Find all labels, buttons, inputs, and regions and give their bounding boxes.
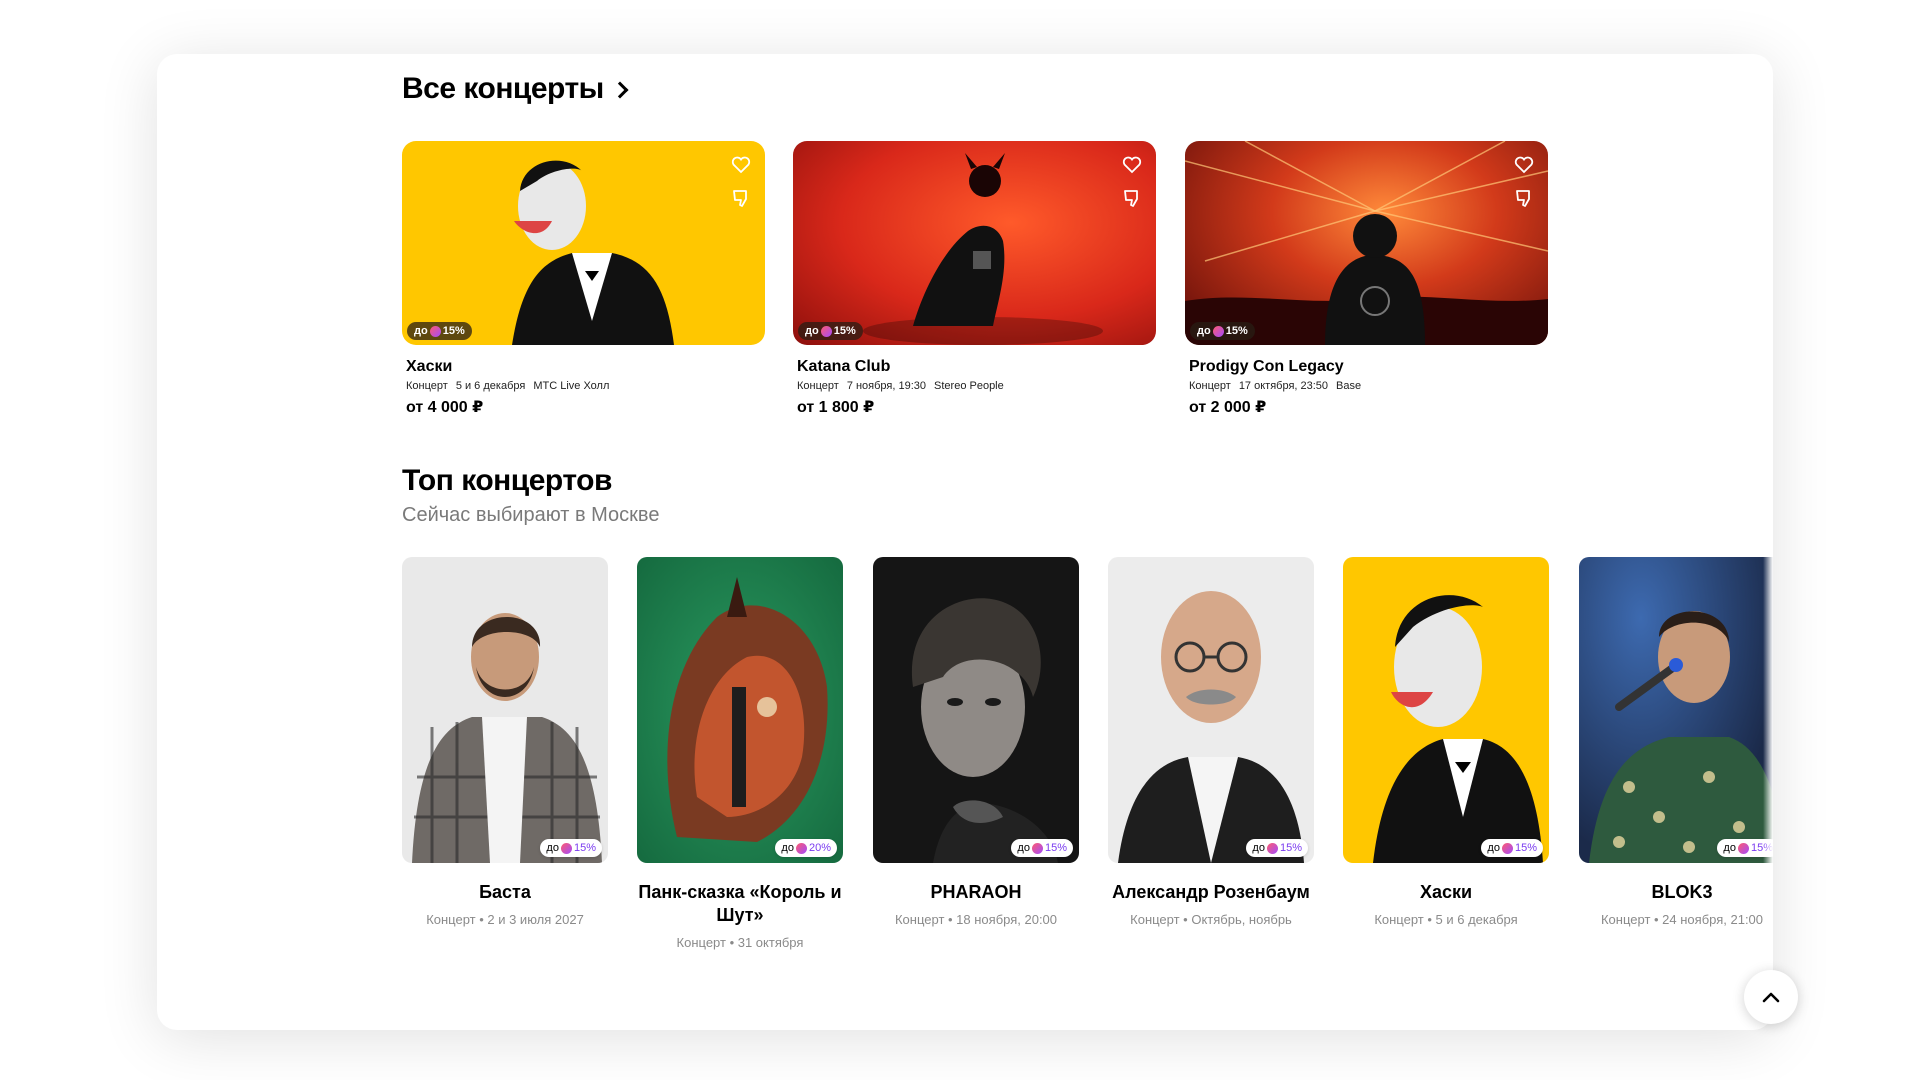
plus-icon [1212,325,1224,337]
discount-badge: до 15% [540,839,602,857]
badge-value: 15% [573,842,596,854]
event-image[interactable]: до 15% [402,557,608,863]
heart-icon[interactable] [729,153,753,177]
event-image[interactable]: до 15% [873,557,1079,863]
event-title[interactable]: Хаски [1343,881,1549,904]
top-event-card[interactable]: до 15% Хаски Концерт • 5 и 6 декабря [1343,557,1549,927]
badge-prefix: до [414,325,428,337]
event-card[interactable]: до 15% Хаски Концерт 5 и 6 декабря МТС L… [402,141,765,417]
event-image[interactable]: до 15% [1185,141,1548,345]
event-title[interactable]: Хаски [406,358,765,376]
event-meta: Концерт • 2 и 3 июля 2027 [426,912,584,927]
event-meta: Концерт • 5 и 6 декабря [1374,912,1518,927]
plus-icon [560,842,572,854]
chevron-right-icon [611,81,629,99]
event-title[interactable]: Баста [402,881,608,904]
badge-prefix: до [1252,842,1265,854]
event-type: Концерт [797,380,839,392]
event-card[interactable]: до 15% Katana Club Концерт 7 ноября, 19:… [793,141,1156,417]
thumbs-down-icon[interactable] [1120,186,1144,210]
heart-icon[interactable] [1120,153,1144,177]
event-date: 7 ноября, 19:30 [846,380,927,392]
content-panel: Все концерты до 15% Хаски Концерт 5 и 6 … [157,54,1773,1030]
event-venue: Stereo People [934,380,1004,392]
plus-icon [1031,842,1043,854]
badge-value: 15% [1514,842,1537,854]
badge-value: 15% [1225,325,1248,337]
discount-badge: до 15% [1481,839,1543,857]
top-event-card[interactable]: до 15% Баста Концерт • 2 и 3 июля 2027 [402,557,608,927]
carousel-fade [1763,534,1773,934]
heart-icon[interactable] [1512,153,1536,177]
discount-badge: до 15% [1011,839,1073,857]
event-title[interactable]: PHARAOH [873,881,1079,904]
event-image[interactable]: до 15% [1343,557,1549,863]
discount-badge: до 15% [407,322,472,340]
event-meta: Концерт • 24 ноября, 21:00 [1600,912,1764,927]
plus-icon [429,325,441,337]
event-title[interactable]: BLOK3 [1579,881,1773,904]
event-card[interactable]: до 15% Prodigy Con Legacy Концерт 17 окт… [1185,141,1548,417]
section-title-all-concerts: Все концерты [402,72,604,105]
section-subtitle: Сейчас выбирают в Москве [402,504,660,526]
event-type: Концерт [406,380,448,392]
event-venue: Base [1336,380,1362,392]
badge-value: 15% [833,325,856,337]
discount-badge: до 15% [1190,322,1255,340]
top-event-card[interactable]: до 15% PHARAOH Концерт • 18 ноября, 20:0… [873,557,1079,927]
badge-prefix: до [546,842,559,854]
top-event-card[interactable]: до 15% Александр Розенбаум Концерт • Окт… [1108,557,1314,927]
event-image[interactable]: до 15% [1579,557,1773,863]
event-type: Концерт [1189,380,1231,392]
event-title[interactable]: Katana Club [797,358,1156,376]
badge-prefix: до [1197,325,1211,337]
event-meta: Концерт • Октябрь, ноябрь [1130,912,1292,927]
thumbs-down-icon[interactable] [1512,186,1536,210]
badge-value: 15% [442,325,465,337]
plus-icon [1737,842,1749,854]
thumbs-down-icon[interactable] [729,186,753,210]
chevron-up-icon [1762,992,1780,1003]
badge-prefix: до [1017,842,1030,854]
event-date: 17 октября, 23:50 [1238,380,1329,392]
top-event-card[interactable]: до 15% BLOK3 Концерт • 24 ноября, 21:00 [1579,557,1773,927]
plus-icon [820,325,832,337]
plus-icon [1501,842,1513,854]
badge-value: 15% [1044,842,1067,854]
event-price: от 4 000 ₽ [406,399,484,416]
event-price: от 2 000 ₽ [1189,399,1267,416]
badge-value: 15% [1279,842,1302,854]
event-meta: Концерт 17 октября, 23:50 Base [1189,380,1548,392]
badge-prefix: до [1487,842,1500,854]
discount-badge: до 15% [798,322,863,340]
event-image[interactable]: до 15% [793,141,1156,345]
event-title[interactable]: Панк-сказка «Король и Шут» [637,881,843,927]
discount-badge: до 20% [775,839,837,857]
scroll-to-top-button[interactable] [1744,970,1798,1024]
event-meta: Концерт • 18 ноября, 20:00 [894,912,1058,927]
top-event-card[interactable]: до 20% Панк-сказка «Король и Шут» Концер… [637,557,843,950]
all-concerts-link[interactable]: Все концерты [402,72,629,106]
badge-prefix: до [781,842,794,854]
event-title[interactable]: Александр Розенбаум [1108,881,1314,904]
event-image[interactable]: до 15% [1108,557,1314,863]
event-meta: Концерт • 31 октября [676,935,804,950]
badge-value: 20% [808,842,831,854]
event-image[interactable]: до 20% [637,557,843,863]
event-meta: Концерт 7 ноября, 19:30 Stereo People [797,380,1156,392]
badge-prefix: до [1723,842,1736,854]
discount-badge: до 15% [1246,839,1308,857]
plus-icon [1266,842,1278,854]
event-price: от 1 800 ₽ [797,399,875,416]
event-image[interactable]: до 15% [402,141,765,345]
event-title[interactable]: Prodigy Con Legacy [1189,358,1548,376]
plus-icon [795,842,807,854]
event-venue: МТС Live Холл [533,380,610,392]
event-meta: Концерт 5 и 6 декабря МТС Live Холл [406,380,765,392]
badge-prefix: до [805,325,819,337]
section-title-top-concerts: Топ концертов [402,464,612,497]
event-date: 5 и 6 декабря [455,380,526,392]
